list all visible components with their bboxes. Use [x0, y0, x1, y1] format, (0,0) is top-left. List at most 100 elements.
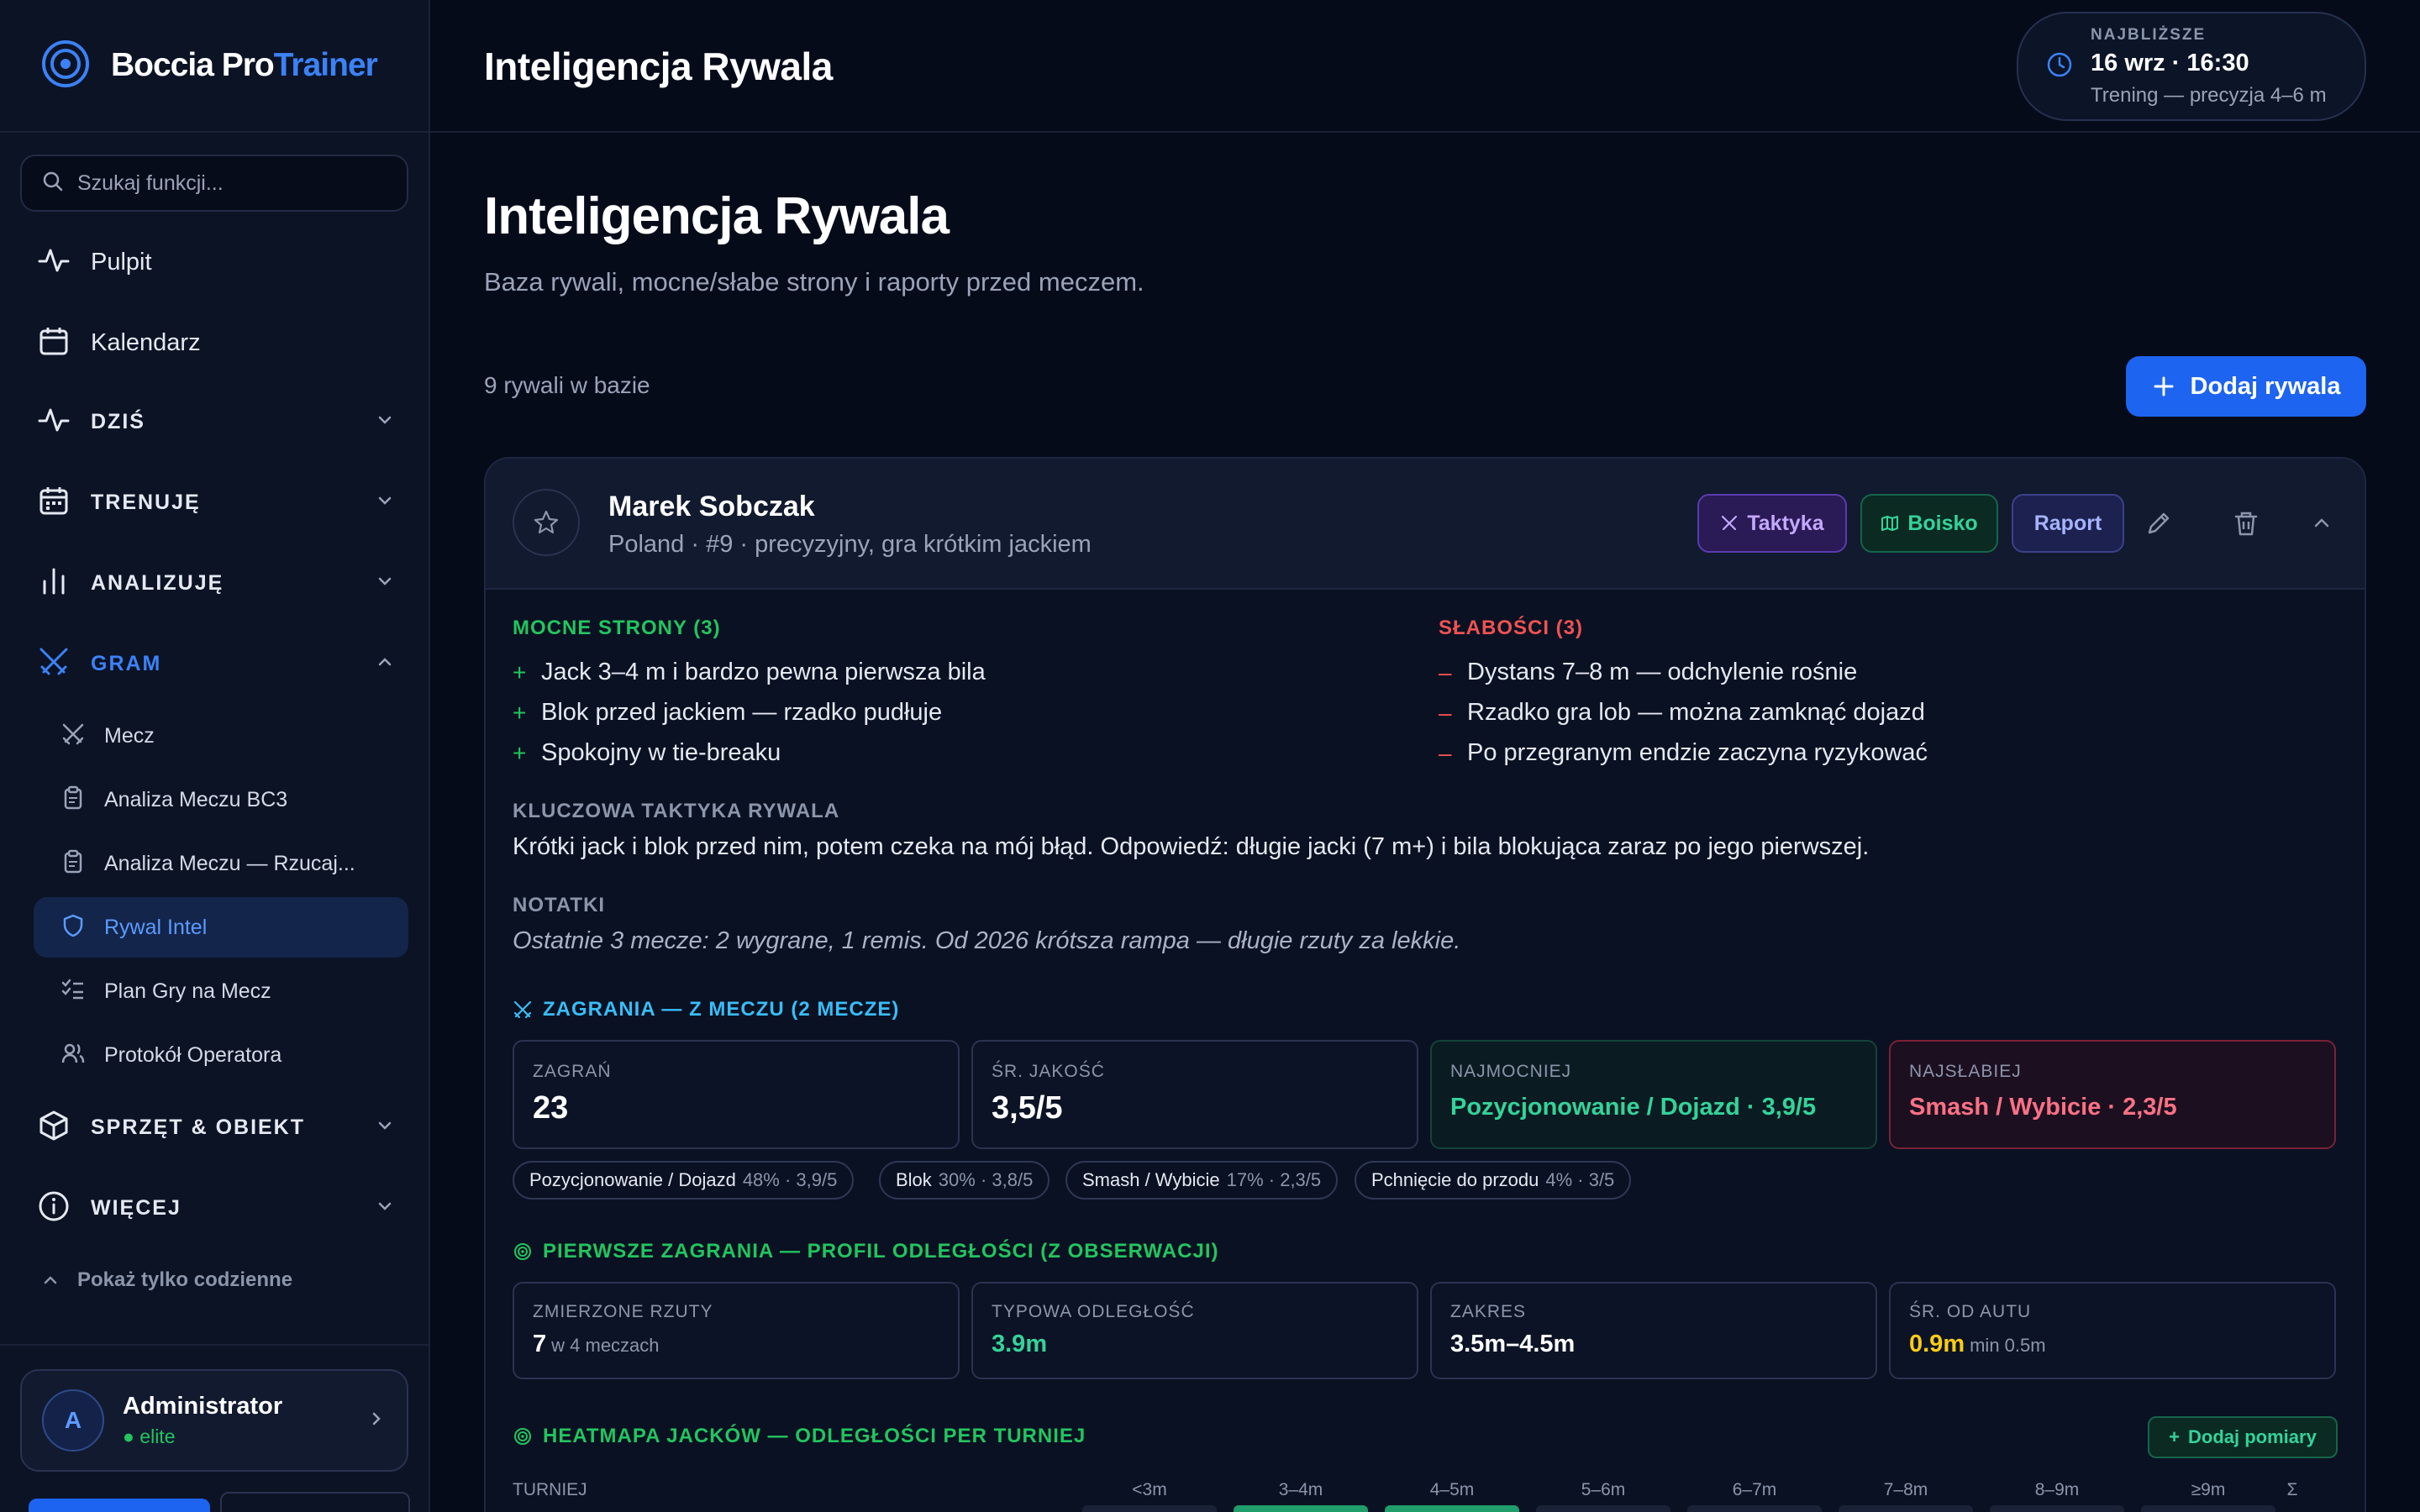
tactics-label: Taktyka	[1747, 511, 1824, 535]
sidebar-item-label: Protokół Operatora	[104, 1042, 282, 1067]
swords-icon	[1720, 514, 1739, 533]
weakness-item: – Po przegranym endzie zaczyna ryzykować	[1439, 739, 1928, 766]
weakness-item: – Rzadko gra lob — można zamknąć dojazd	[1439, 699, 1925, 726]
sidebar-item-label: Rywal Intel	[104, 915, 208, 939]
stat-value: 7w 4 meczach	[533, 1331, 660, 1357]
heatmap-column-label: Σ	[2286, 1480, 2298, 1499]
sidebar-item-analiza-bc3[interactable]: Analiza Meczu BC3	[34, 769, 408, 830]
chevron-right-icon	[366, 1409, 387, 1433]
user-info: Administrator ● elite	[123, 1393, 282, 1448]
heatmap-cell	[1839, 1505, 1973, 1512]
report-label: Raport	[2033, 511, 2102, 535]
court-button[interactable]: Boisko	[1860, 494, 1998, 553]
minus-icon: –	[1439, 659, 1452, 685]
sidebar-section-sprzet[interactable]: SPRZĘT & OBIEKT	[37, 1102, 395, 1152]
minus-icon: –	[1439, 699, 1452, 726]
section-label: TRENUJĘ	[91, 490, 201, 514]
header-title: Inteligencja Rywala	[484, 45, 833, 88]
section-label: SPRZĘT & OBIEKT	[91, 1115, 306, 1139]
stat-label: ŚR. JAKOŚĆ	[992, 1062, 1105, 1081]
court-label: Boisko	[1907, 511, 1978, 535]
sidebar-item-label: Mecz	[104, 723, 155, 748]
sidebar-item-label: Pulpit	[91, 248, 152, 276]
first-plays-heading: PIERWSZE ZAGRANIA — PROFIL ODLEGŁOŚCI (Z…	[513, 1240, 1218, 1263]
sidebar-section-dzis[interactable]: DZIŚ	[37, 396, 395, 447]
sidebar-section-gram[interactable]: GRAM	[37, 638, 395, 689]
sidebar-item-label: Analiza Meczu — Rzucaj...	[104, 851, 355, 875]
heatmap-cell	[1234, 1505, 1368, 1512]
rival-card-header[interactable]: Marek Sobczak Poland · #9 · precyzyjny, …	[486, 459, 2365, 590]
heatmap-cell	[1990, 1505, 2124, 1512]
show-daily-toggle[interactable]: Pokaż tylko codzienne	[40, 1268, 292, 1292]
stat-plays-count: ZAGRAŃ 23	[513, 1040, 960, 1149]
stat-value: 23	[533, 1090, 569, 1126]
play-type-pill: Pchnięcie do przodu 4% · 3/5	[1355, 1161, 1632, 1200]
sidebar-item-plan-gry[interactable]: Plan Gry na Mecz	[34, 961, 408, 1021]
plays-heading: ZAGRANIA — Z MECZU (2 MECZE)	[513, 998, 899, 1021]
sidebar-item-analiza-rzucajacy[interactable]: Analiza Meczu — Rzucaj...	[34, 833, 408, 894]
play-type-pill: Pozycjonowanie / Dojazd 48% · 3,9/5	[513, 1161, 855, 1200]
stat-label: NAJSŁABIEJ	[1909, 1062, 2022, 1081]
sidebar-item-mecz[interactable]: Mecz	[34, 706, 408, 766]
tactic-text: Krótki jack i blok przed nim, potem czek…	[513, 833, 1870, 860]
tactic-heading: KLUCZOWA TAKTYKA RYWALA	[513, 800, 840, 822]
brand[interactable]: Boccia ProTrainer	[0, 0, 429, 133]
chevron-down-icon	[375, 1196, 395, 1221]
minus-icon: –	[1439, 739, 1452, 766]
weakness-item: – Dystans 7–8 m — odchylenie rośnie	[1439, 659, 1858, 685]
rival-name: Marek Sobczak	[608, 491, 815, 522]
search-input[interactable]: Szukaj funkcji...	[20, 155, 408, 212]
box-icon	[37, 1109, 71, 1147]
stat-value: Smash / Wybicie · 2,3/5	[1909, 1094, 2177, 1121]
heatmap-column-label: 3–4m	[1278, 1480, 1323, 1499]
avatar: A	[42, 1389, 104, 1452]
add-rival-button[interactable]: Dodaj rywala	[2126, 356, 2366, 417]
section-label: ANALIZUJĘ	[91, 570, 224, 595]
list-check-icon	[60, 977, 86, 1006]
bar-chart-icon	[37, 564, 71, 602]
plus-icon: +	[513, 739, 527, 766]
chevron-up-icon	[375, 652, 395, 676]
bottom-secondary-button[interactable]	[220, 1492, 410, 1512]
stat-weakest: NAJSŁABIEJ Smash / Wybicie · 2,3/5	[1889, 1040, 2336, 1149]
sidebar-section-analizuje[interactable]: ANALIZUJĘ	[37, 558, 395, 608]
stat-value: 3,5/5	[992, 1090, 1063, 1126]
rival-count: 9 rywali w bazie	[484, 372, 650, 398]
clipboard-icon	[60, 785, 86, 815]
heatmap-cell	[2141, 1505, 2275, 1512]
calendar-check-icon	[37, 484, 71, 522]
user-menu[interactable]: A Administrator ● elite	[20, 1369, 408, 1472]
bottom-primary-button[interactable]	[29, 1499, 210, 1512]
delete-button[interactable]	[2228, 506, 2264, 541]
next-event-pill[interactable]: NAJBLIŻSZE 16 wrz · 16:30 Trening — prec…	[2017, 12, 2366, 121]
edit-button[interactable]	[2141, 506, 2176, 541]
sidebar-section-trenuje[interactable]: TRENUJĘ	[37, 477, 395, 528]
clipboard-icon	[60, 849, 86, 879]
strength-item: + Jack 3–4 m i bardzo pewna pierwsza bila	[513, 659, 986, 685]
play-type-pill: Blok 30% · 3,8/5	[879, 1161, 1050, 1200]
next-kicker: NAJBLIŻSZE	[2091, 25, 2207, 44]
heatmap-column-label: <3m	[1132, 1480, 1167, 1499]
stat-label: NAJMOCNIEJ	[1450, 1062, 1572, 1081]
sidebar-item-label: Analiza Meczu BC3	[104, 787, 288, 811]
sidebar-item-rywal-intel[interactable]: Rywal Intel	[34, 897, 408, 958]
sidebar-item-pulpit[interactable]: Pulpit	[37, 237, 395, 287]
strengths-heading: MOCNE STRONY (3)	[513, 617, 721, 639]
stat-label: ZAGRAŃ	[533, 1062, 612, 1081]
tactics-button[interactable]: Taktyka	[1697, 494, 1847, 553]
rival-meta: Poland · #9 · precyzyjny, gra krótkim ja…	[608, 531, 1092, 558]
user-name: Administrator	[123, 1393, 283, 1420]
favorite-button[interactable]	[513, 489, 580, 556]
sidebar-item-protokol[interactable]: Protokół Operatora	[34, 1025, 408, 1085]
stat-measured-throws: ZMIERZONE RZUTY 7w 4 meczach	[513, 1282, 960, 1379]
add-measurements-button[interactable]: + Dodaj pomiary	[2148, 1416, 2338, 1458]
sidebar-section-wiecej[interactable]: WIĘCEJ	[37, 1183, 395, 1233]
sidebar-item-kalendarz[interactable]: Kalendarz	[37, 318, 395, 368]
report-button[interactable]: Raport	[2012, 494, 2124, 553]
stat-typical-distance: TYPOWA ODLEGŁOŚĆ 3.9m	[971, 1282, 1418, 1379]
collapse-button[interactable]	[2304, 506, 2339, 541]
info-icon	[37, 1189, 71, 1227]
stat-value: 0.9m min 0.5m	[1909, 1331, 2046, 1357]
pencil-icon	[2144, 509, 2173, 538]
weaknesses-heading: SŁABOŚCI (3)	[1439, 617, 1584, 639]
